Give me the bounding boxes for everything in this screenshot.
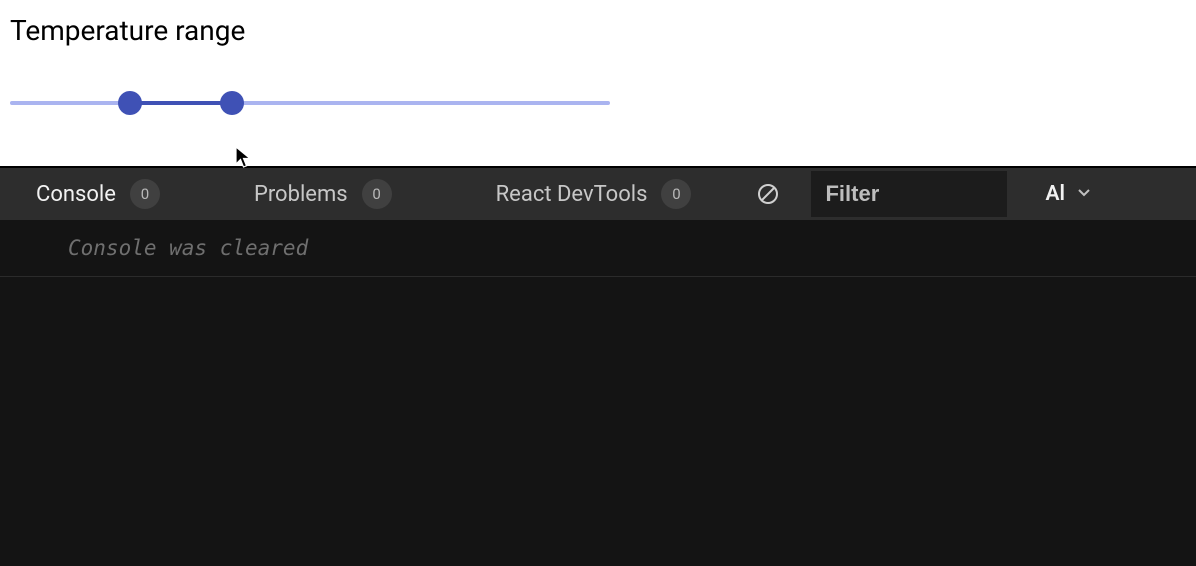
- range-slider[interactable]: [10, 93, 610, 113]
- chevron-down-icon: [1077, 182, 1091, 206]
- slider-track: [130, 101, 232, 105]
- app-area: Temperature range: [0, 0, 1196, 166]
- slider-rail: [10, 101, 610, 105]
- console-message: Console was cleared: [0, 220, 1196, 277]
- devtools-tabbar: Console 0 Problems 0 React DevTools 0 Al: [0, 168, 1196, 220]
- ban-icon: [756, 182, 780, 206]
- tab-badge: 0: [130, 179, 160, 209]
- tab-problems[interactable]: Problems 0: [250, 179, 396, 209]
- tab-label: Console: [36, 182, 116, 207]
- tab-react-devtools[interactable]: React DevTools 0: [492, 179, 696, 209]
- tab-label: React DevTools: [496, 182, 648, 207]
- tab-console[interactable]: Console 0: [32, 179, 164, 209]
- filter-input[interactable]: [811, 171, 1007, 217]
- clear-console-button[interactable]: [753, 179, 783, 209]
- slider-thumb-high[interactable]: [220, 91, 244, 115]
- tab-badge: 0: [362, 179, 392, 209]
- log-level-label: Al: [1045, 182, 1064, 206]
- tab-label: Problems: [254, 182, 348, 207]
- log-level-dropdown[interactable]: Al: [1045, 182, 1090, 206]
- slider-title: Temperature range: [10, 14, 1186, 47]
- tab-badge: 0: [661, 179, 691, 209]
- slider-thumb-low[interactable]: [118, 91, 142, 115]
- console-body: Console was cleared: [0, 220, 1196, 566]
- devtools-panel: Console 0 Problems 0 React DevTools 0 Al: [0, 166, 1196, 566]
